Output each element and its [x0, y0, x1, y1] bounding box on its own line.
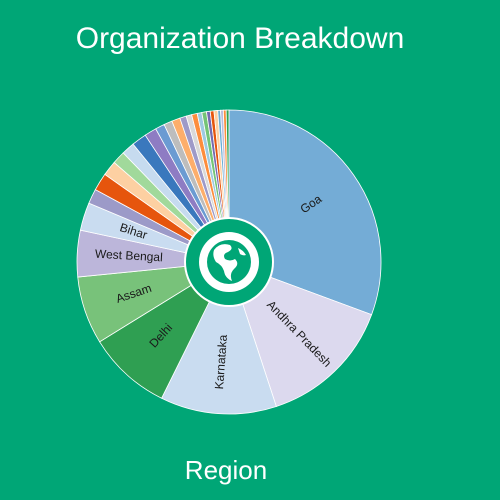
donut-chart: GoaAndhra PradeshKarnatakaDelhiAssamWest… — [76, 109, 382, 415]
category-axis-label: Region — [184, 455, 268, 485]
center-hub — [184, 217, 274, 307]
globe-americas-icon — [199, 232, 259, 292]
